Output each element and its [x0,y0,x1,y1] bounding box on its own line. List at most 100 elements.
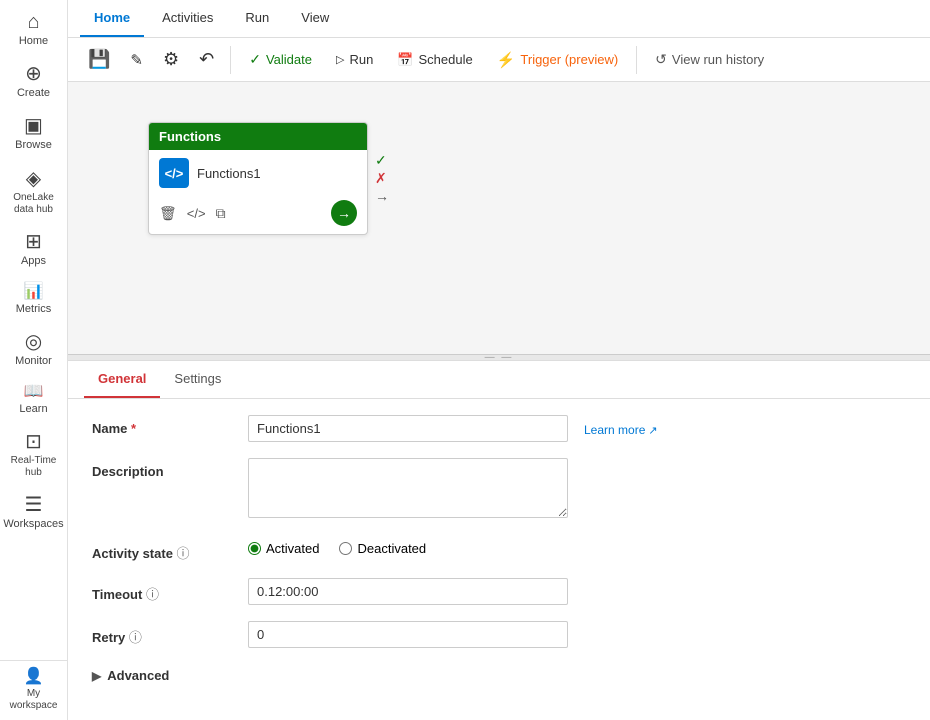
tab-general[interactable]: General [84,361,160,398]
sidebar-label-learn: Learn [19,403,47,416]
create-icon: ⊕ [25,64,42,84]
go-button[interactable]: → [331,200,357,226]
schedule-button[interactable]: 📅 Schedule [387,47,482,73]
sidebar-label-workspaces: Workspaces [3,518,63,531]
pipeline-canvas[interactable]: Functions </> Functions1 🗑 </> ⧉ → ✓ ✗ → [68,82,930,354]
form-row-retry: Retry ⓘ [92,621,906,648]
metrics-icon: 📊 [24,284,44,300]
form-row-name: Name * Learn more ↗ [92,415,906,442]
undo-button[interactable]: ↶ [191,44,222,75]
browse-icon: ▣ [24,116,43,136]
description-input[interactable] [248,458,568,518]
trigger-button[interactable]: ⚡ Trigger (preview) [487,46,628,74]
sidebar-item-monitor[interactable]: ◎ Monitor [0,324,67,376]
delete-action-icon[interactable]: 🗑 [159,205,177,222]
home-icon: ⌂ [27,12,39,32]
sidebar-item-home[interactable]: ⌂ Home [0,4,67,56]
retry-label: Retry ⓘ [92,621,232,646]
fail-indicator-icon[interactable]: ✗ [375,171,389,185]
sidebar-item-metrics[interactable]: 📊 Metrics [0,276,67,324]
advanced-label: Advanced [107,668,169,683]
retry-input[interactable] [248,621,568,648]
form-row-timeout: Timeout ⓘ [92,578,906,605]
sidebar-item-realtime[interactable]: ⊡ Real-Timehub [0,424,67,487]
node-name: Functions1 [197,166,261,181]
sidebar-label-home: Home [19,35,48,48]
sidebar-label-myworkspace: Myworkspace [10,688,58,712]
settings-button[interactable]: ⚙ [155,44,187,75]
tab-settings[interactable]: Settings [160,361,235,398]
name-input[interactable] [248,415,568,442]
tab-home[interactable]: Home [80,0,144,37]
save-icon: 💾 [88,49,110,70]
skip-indicator-icon[interactable]: → [375,189,389,203]
radio-activated-input[interactable] [248,542,261,555]
panel-form: Name * Learn more ↗ Description [68,399,930,720]
sidebar-label-metrics: Metrics [16,303,51,316]
sidebar-item-apps[interactable]: ⊞ Apps [0,224,67,276]
undo-icon: ↶ [199,49,214,70]
main-content: Home Activities Run View 💾 ✎ ⚙ ↶ ✓ Valid… [68,0,930,720]
sidebar-label-realtime: Real-Timehub [11,455,57,479]
advanced-section[interactable]: ▶ Advanced [92,664,906,687]
form-row-activity-state: Activity state ⓘ Activated Deactivated [92,537,906,562]
radio-activated[interactable]: Activated [248,541,319,556]
sidebar-item-learn[interactable]: 📖 Learn [0,376,67,424]
sidebar-item-create[interactable]: ⊕ Create [0,56,67,108]
sidebar-label-onelake: OneLakedata hub [13,192,54,216]
trigger-icon: ⚡ [497,51,516,69]
retry-input-container [248,621,568,648]
description-label: Description [92,458,232,479]
apps-icon: ⊞ [25,232,42,252]
validate-icon: ✓ [249,51,261,68]
sidebar-label-create: Create [17,87,50,100]
pipeline-node-functions[interactable]: Functions </> Functions1 🗑 </> ⧉ → ✓ ✗ → [148,122,368,235]
sidebar-label-monitor: Monitor [15,355,52,368]
toolbar-divider-2 [636,46,637,74]
node-side-indicators: ✓ ✗ → [375,153,389,203]
sidebar-item-browse[interactable]: ▣ Browse [0,108,67,160]
go-arrow-icon: → [337,205,351,221]
monitor-icon: ◎ [25,332,42,352]
copy-action-icon[interactable]: ⧉ [216,205,226,222]
sidebar-label-browse: Browse [15,139,52,152]
tab-run[interactable]: Run [231,0,283,37]
sidebar: ⌂ Home ⊕ Create ▣ Browse ◈ OneLakedata h… [0,0,68,720]
timeout-input-container [248,578,568,605]
run-icon: ▷ [336,53,344,66]
retry-hint-icon: ⓘ [129,630,142,645]
node-header: Functions [149,123,367,150]
success-indicator-icon[interactable]: ✓ [375,153,389,167]
history-button[interactable]: ↺ View run history [645,46,774,73]
sidebar-item-onelake[interactable]: ◈ OneLakedata hub [0,161,67,224]
activity-state-label: Activity state ⓘ [92,537,232,562]
name-input-container [248,415,568,442]
radio-deactivated-input[interactable] [339,542,352,555]
learn-more-text: Learn more [584,423,645,437]
run-label: Run [349,52,373,67]
name-required: * [131,421,136,436]
learn-more-link[interactable]: Learn more ↗ [584,415,658,437]
edit-icon: ✎ [130,51,143,69]
advanced-chevron-icon: ▶ [92,669,101,683]
realtime-icon: ⊡ [25,432,42,452]
validate-label: Validate [266,52,312,67]
sidebar-label-apps: Apps [21,255,46,268]
tab-activities[interactable]: Activities [148,0,227,37]
bottom-panel: General Settings Name * Learn more ↗ [68,360,930,720]
nav-tabs: Home Activities Run View [68,0,930,38]
tab-view[interactable]: View [287,0,343,37]
workspaces-icon: ☰ [25,495,43,515]
save-button[interactable]: 💾 [80,44,118,75]
history-icon: ↺ [655,51,667,68]
sidebar-item-workspaces[interactable]: ☰ Workspaces [0,487,67,539]
timeout-input[interactable] [248,578,568,605]
run-button[interactable]: ▷ Run [326,47,383,72]
code-action-icon[interactable]: </> [187,206,206,221]
validate-button[interactable]: ✓ Validate [239,46,322,73]
timeout-label: Timeout ⓘ [92,578,232,603]
radio-deactivated[interactable]: Deactivated [339,541,426,556]
edit-button[interactable]: ✎ [122,46,151,74]
settings-icon: ⚙ [163,49,179,70]
sidebar-item-myworkspace[interactable]: 👤 Myworkspace [0,661,67,720]
